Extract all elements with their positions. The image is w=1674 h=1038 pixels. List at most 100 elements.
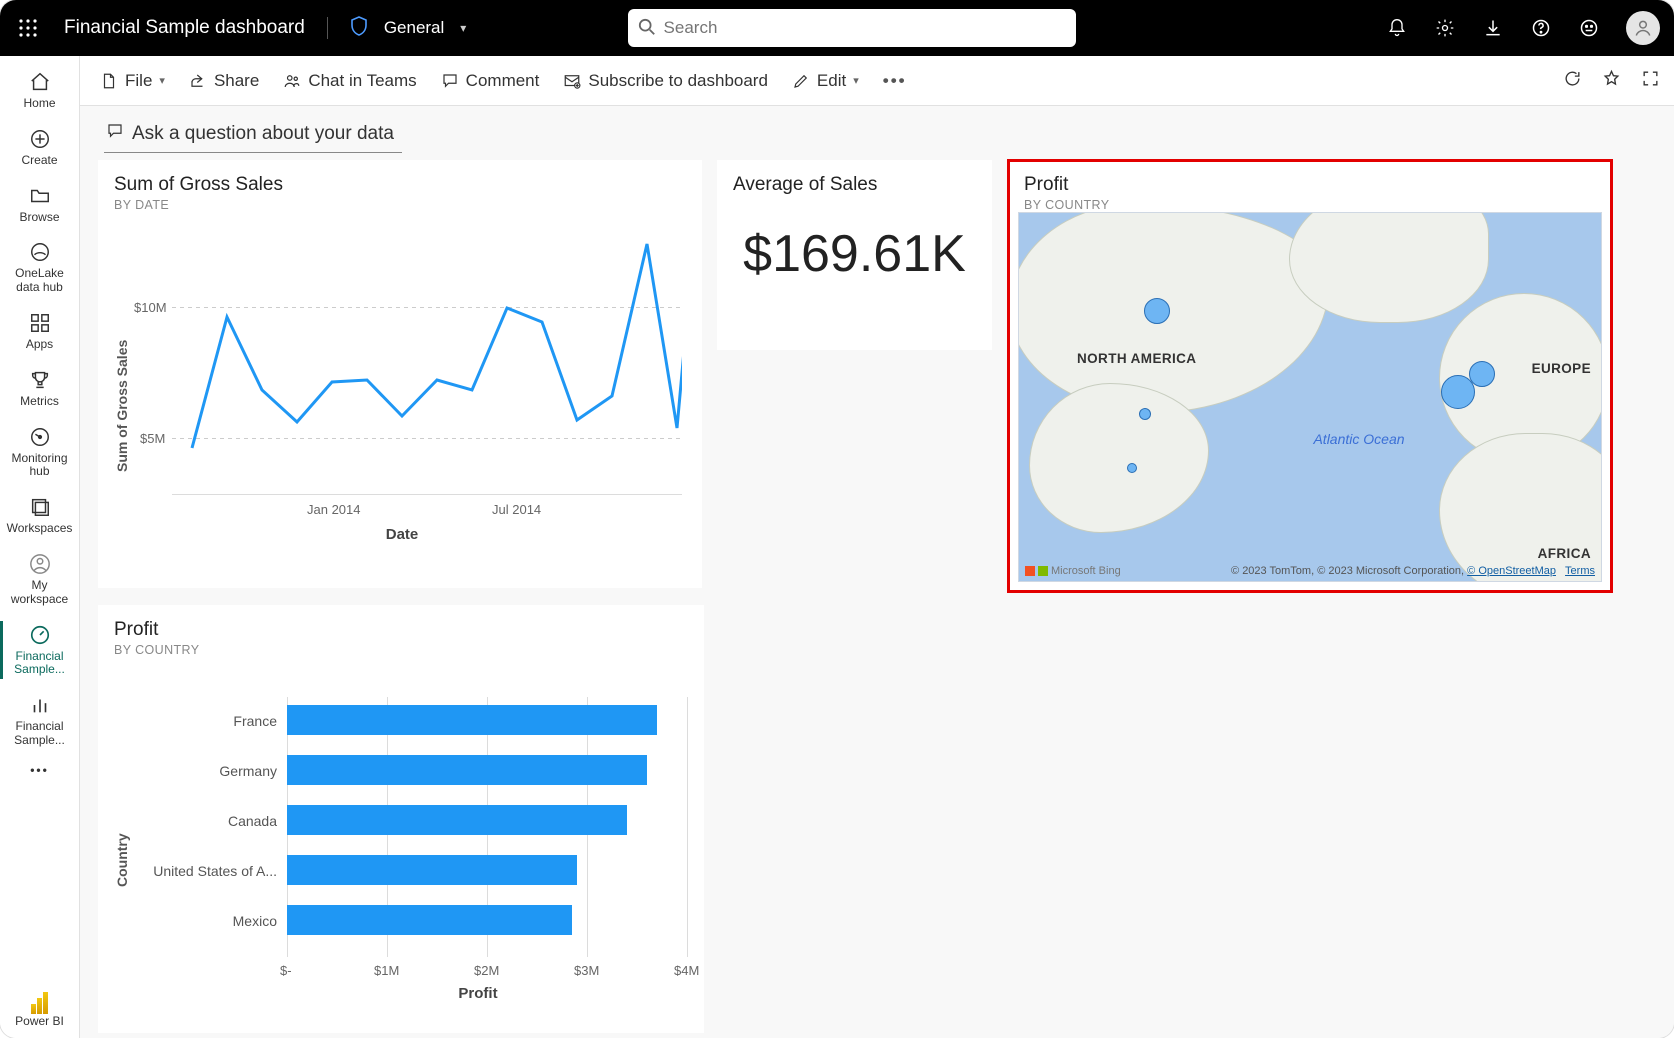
powerbi-brand[interactable]: Power BI (0, 982, 79, 1038)
nav-financial-sample-1[interactable]: Financial Sample... (0, 615, 79, 686)
y-axis-title: Sum of Gross Sales (114, 340, 130, 472)
nav-onelake[interactable]: OneLake data hub (0, 232, 79, 303)
nav-create[interactable]: Create (0, 119, 79, 176)
cmd-more[interactable]: ••• (877, 67, 913, 95)
fullscreen-icon[interactable] (1641, 69, 1660, 93)
global-search[interactable] (628, 9, 1076, 47)
bing-text: Microsoft Bing (1051, 565, 1121, 577)
cmd-label: Comment (466, 71, 540, 91)
bar-cat: Germany (132, 763, 277, 779)
dashboard-canvas: Ask a question about your data Sum of Gr… (80, 106, 1674, 1038)
pencil-icon (792, 72, 810, 90)
bar-chart: Country France Germany Canada United Sta… (112, 657, 694, 1023)
chevron-down-icon: ▾ (853, 74, 859, 87)
nav-label: OneLake data hub (2, 267, 77, 295)
credit-osm-link[interactable]: © OpenStreetMap (1467, 565, 1556, 577)
tile-profit-bar[interactable]: Profit BY COUNTRY Country France Germany… (98, 605, 704, 1033)
map-visual[interactable]: NORTH AMERICA EUROPE AFRICA Atlantic Oce… (1018, 212, 1602, 582)
credit-terms-link[interactable]: Terms (1565, 565, 1595, 577)
tile-title: Sum of Gross Sales (98, 160, 702, 196)
bar[interactable] (287, 905, 572, 935)
x-axis-title: Date (112, 526, 692, 543)
bar-cat: United States of A... (132, 863, 277, 879)
x-axis (172, 494, 682, 495)
tile-title: Profit (1008, 160, 1612, 196)
refresh-icon[interactable] (1563, 69, 1582, 93)
nav-label: Home (23, 97, 55, 111)
powerbi-icon (31, 992, 49, 1014)
cmd-comment[interactable]: Comment (435, 67, 546, 95)
download-icon[interactable] (1482, 17, 1504, 39)
map-bubble-canada[interactable] (1144, 298, 1170, 324)
nav-apps[interactable]: Apps (0, 303, 79, 360)
nav-workspaces[interactable]: Workspaces (0, 487, 79, 544)
nav-label: Financial Sample... (2, 650, 77, 678)
nav-more[interactable]: ••• (0, 756, 79, 786)
plus-circle-icon (29, 127, 51, 151)
cmd-label: Share (214, 71, 259, 91)
chevron-down-icon: ▾ (159, 74, 165, 87)
map-bubble-usa[interactable] (1139, 408, 1151, 420)
y-tick: $5M (140, 431, 165, 446)
cmd-edit[interactable]: Edit▾ (786, 67, 865, 95)
sensitivity-label[interactable]: General (384, 18, 444, 38)
nav-label: My workspace (2, 579, 77, 607)
nav-browse[interactable]: Browse (0, 176, 79, 233)
account-avatar[interactable] (1626, 11, 1660, 45)
app-launcher-icon[interactable] (14, 14, 42, 42)
x-tick: $1M (374, 963, 399, 978)
global-header: Financial Sample dashboard General ▾ (0, 0, 1674, 56)
gridline (687, 697, 688, 957)
tile-gross-sales-line[interactable]: Sum of Gross Sales BY DATE Sum of Gross … (98, 160, 702, 588)
bar[interactable] (287, 805, 627, 835)
tile-subtitle: BY DATE (98, 196, 702, 212)
tile-profit-map[interactable]: Profit BY COUNTRY NORTH AMERICA EUROPE A… (1008, 160, 1612, 592)
nav-metrics[interactable]: Metrics (0, 360, 79, 417)
bar-cat: France (132, 713, 277, 729)
help-icon[interactable] (1530, 17, 1552, 39)
nav-my-workspace[interactable]: My workspace (0, 544, 79, 615)
bar[interactable] (287, 755, 647, 785)
x-tick: $2M (474, 963, 499, 978)
cmd-label: Chat in Teams (308, 71, 416, 91)
bar[interactable] (287, 705, 657, 735)
nav-monitoring[interactable]: Monitoring hub (0, 417, 79, 488)
bar[interactable] (287, 855, 577, 885)
qna-input[interactable]: Ask a question about your data (104, 120, 402, 153)
map-label-eu: EUROPE (1532, 361, 1591, 376)
settings-icon[interactable] (1434, 17, 1456, 39)
divider (327, 17, 328, 39)
workspaces-icon (29, 495, 51, 519)
cmd-file[interactable]: File▾ (94, 67, 171, 95)
notifications-icon[interactable] (1386, 17, 1408, 39)
left-nav: Home Create Browse OneLake data hub Apps… (0, 56, 80, 1038)
search-input[interactable] (628, 9, 1076, 47)
cmd-share[interactable]: Share (183, 67, 265, 95)
map-label-na: NORTH AMERICA (1077, 351, 1196, 366)
monitor-icon (29, 425, 51, 449)
tile-avg-sales-kpi[interactable]: Average of Sales $169.61K (717, 160, 992, 350)
onelake-icon (29, 240, 51, 264)
feedback-icon[interactable] (1578, 17, 1600, 39)
nav-home[interactable]: Home (0, 62, 79, 119)
landmass (1289, 212, 1489, 323)
nav-financial-sample-2[interactable]: Financial Sample... (0, 685, 79, 756)
map-bubble-germany[interactable] (1441, 375, 1475, 409)
subscribe-icon (563, 72, 581, 90)
cmd-chat-teams[interactable]: Chat in Teams (277, 67, 422, 95)
map-label-af: AFRICA (1538, 546, 1591, 561)
apps-icon (29, 311, 51, 335)
shield-icon (350, 16, 368, 41)
chevron-down-icon[interactable]: ▾ (460, 21, 466, 35)
map-bubble-mexico[interactable] (1127, 463, 1137, 473)
bar-cat: Canada (132, 813, 277, 829)
comment-icon (106, 122, 124, 146)
favorite-icon[interactable] (1602, 69, 1621, 93)
cmd-subscribe[interactable]: Subscribe to dashboard (557, 67, 774, 95)
tile-subtitle: BY COUNTRY (98, 641, 704, 657)
y-axis-title: Country (114, 833, 130, 887)
tile-title: Profit (98, 605, 704, 641)
credit-text: © 2023 TomTom, © 2023 Microsoft Corporat… (1231, 565, 1467, 577)
bar-chart-icon (29, 693, 51, 717)
powerbi-label: Power BI (15, 1014, 64, 1028)
